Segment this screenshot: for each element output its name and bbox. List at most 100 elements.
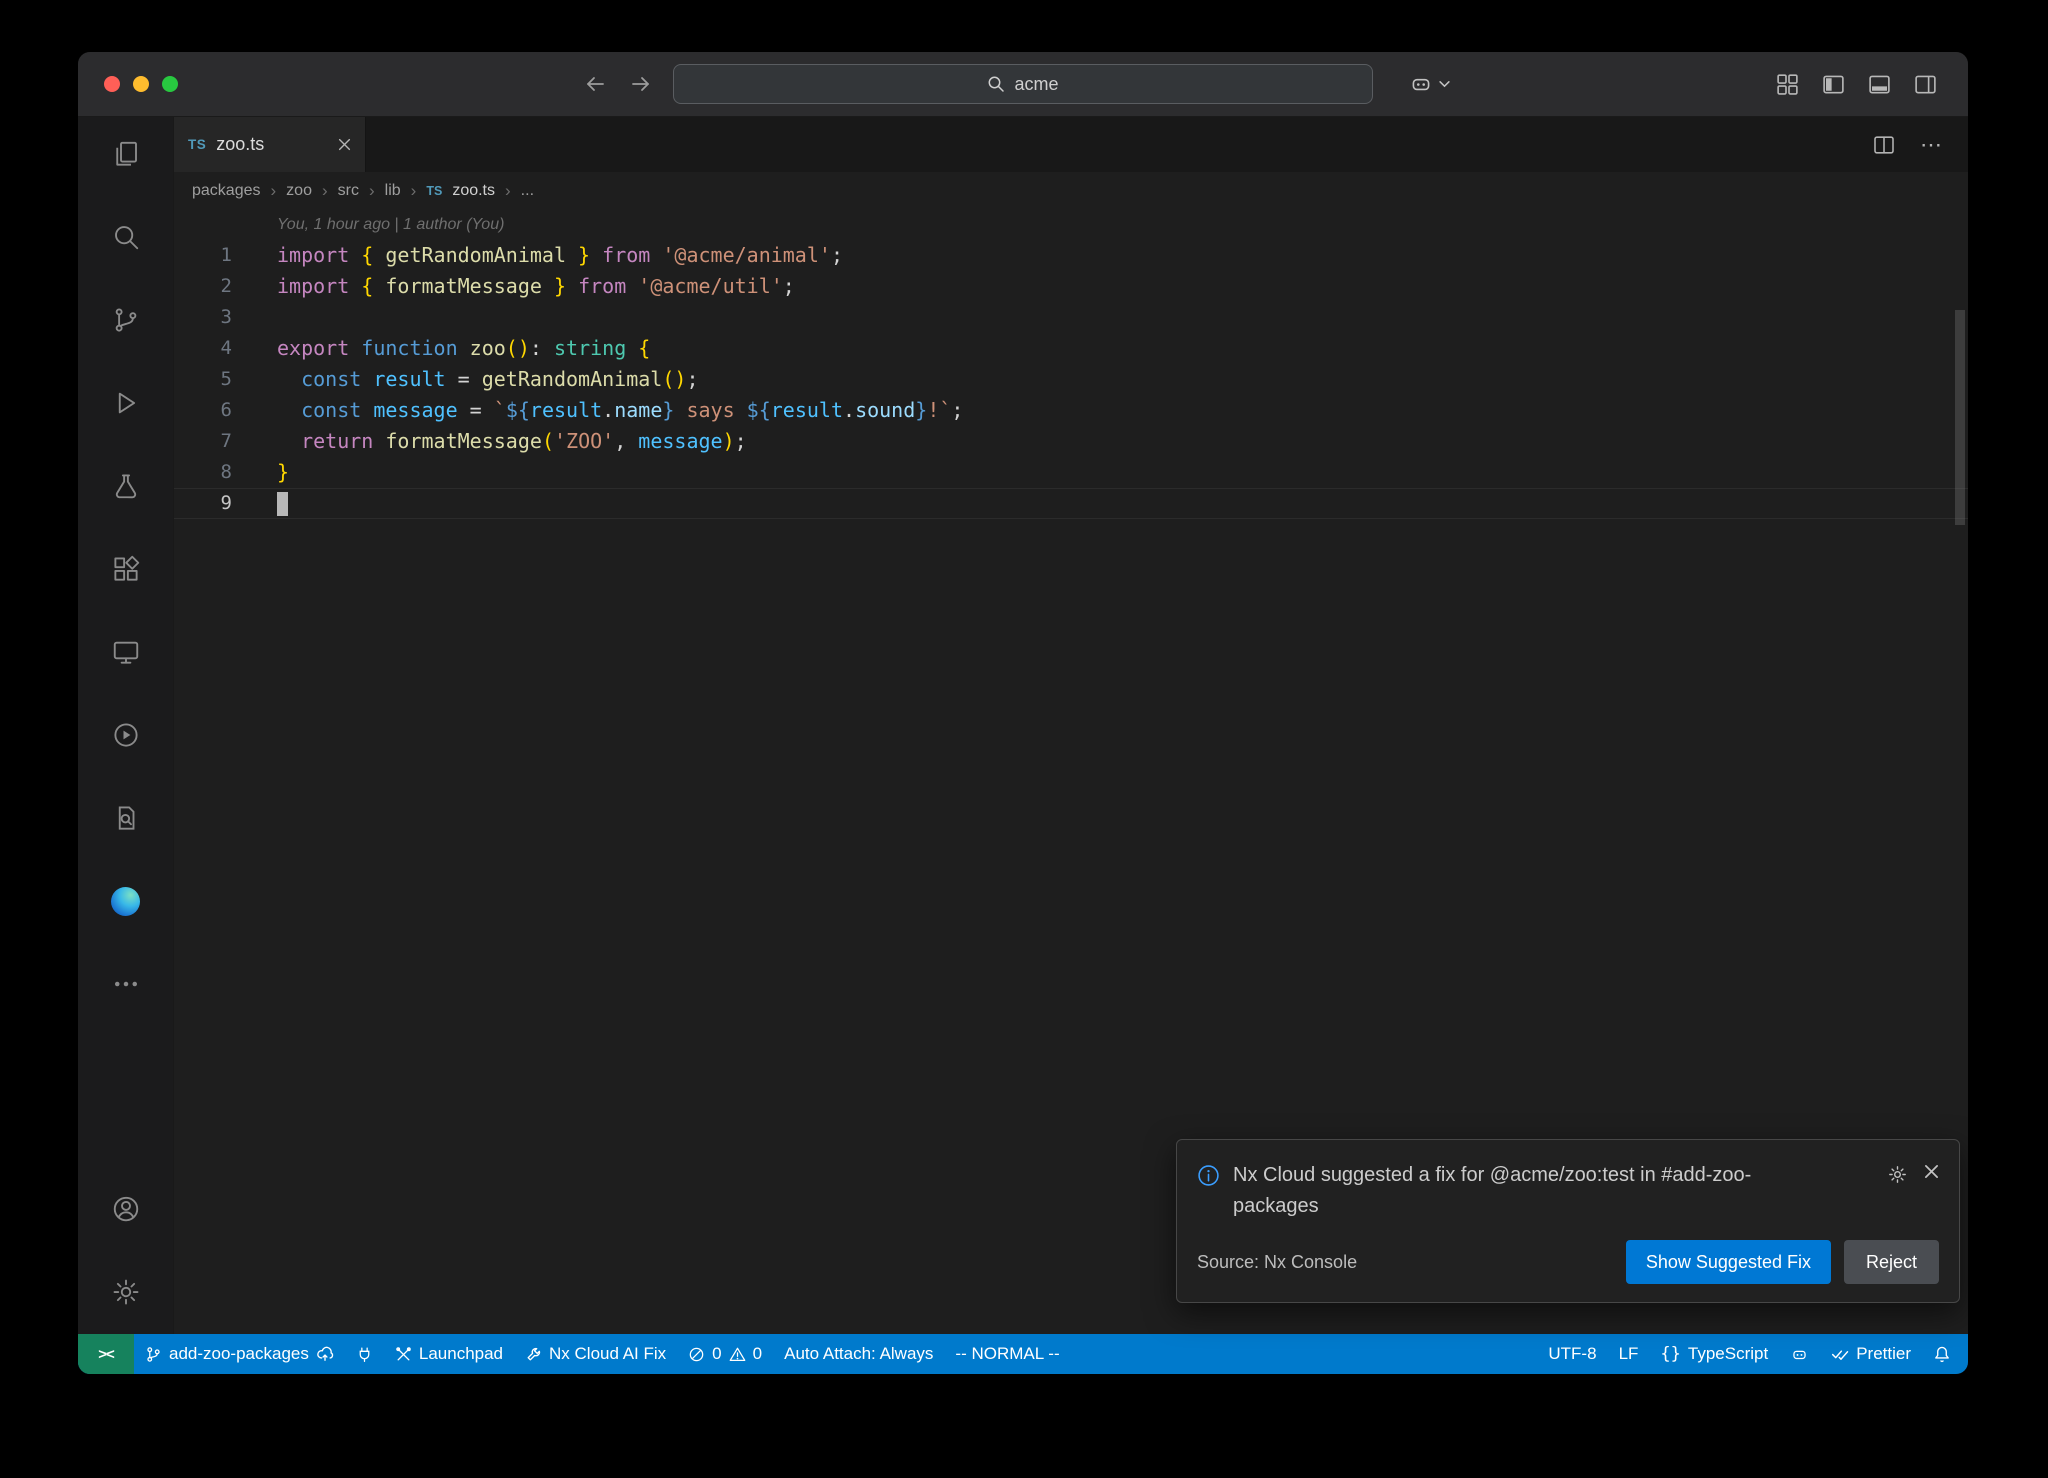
line-number[interactable]: 4 (174, 333, 277, 364)
breadcrumb-item[interactable]: lib (385, 182, 401, 200)
code-line[interactable]: 2import { formatMessage } from '@acme/ut… (174, 271, 1968, 302)
code-line[interactable]: 9 (174, 488, 1968, 519)
tab-zoo-ts[interactable]: TS zoo.ts (174, 117, 366, 172)
line-number[interactable]: 7 (174, 426, 277, 457)
breadcrumb-separator: › (505, 181, 511, 201)
command-center-search[interactable]: acme (673, 64, 1373, 104)
code-line[interactable]: 8} (174, 457, 1968, 488)
remote-indicator[interactable]: >< (78, 1334, 134, 1374)
more-editor-actions-icon[interactable]: ⋯ (1920, 132, 1942, 158)
layout-controls (1775, 52, 1938, 116)
wrench-icon (525, 1346, 542, 1363)
line-number[interactable]: 8 (174, 457, 277, 488)
ports-status[interactable] (345, 1334, 384, 1374)
notification-message: Nx Cloud suggested a fix for @acme/zoo:t… (1233, 1160, 1823, 1222)
activity-bar (78, 117, 174, 1334)
explorer-icon[interactable] (102, 130, 150, 178)
prettier-label: Prettier (1856, 1344, 1911, 1364)
nx-console-icon[interactable] (102, 711, 150, 759)
split-editor-icon[interactable] (1872, 133, 1896, 157)
editor-actions: ⋯ (1872, 117, 1968, 172)
testing-icon[interactable] (102, 462, 150, 510)
copilot-icon (1408, 71, 1434, 97)
close-window-button[interactable] (104, 76, 120, 92)
code-line[interactable]: 3 (174, 302, 1968, 333)
remote-icon: >< (98, 1346, 114, 1363)
copilot-status[interactable] (1779, 1334, 1820, 1374)
back-arrow-icon[interactable] (583, 72, 607, 96)
line-number[interactable]: 2 (174, 271, 277, 302)
account-icon[interactable] (102, 1185, 150, 1233)
chevron-down-icon (1439, 80, 1450, 88)
line-number[interactable]: 9 (174, 488, 277, 519)
code-line[interactable]: 6 const message = `${result.name} says $… (174, 395, 1968, 426)
warning-count: 0 (753, 1344, 762, 1364)
breadcrumb-item[interactable]: src (338, 182, 359, 200)
language-label: TypeScript (1688, 1344, 1768, 1364)
tools-icon (395, 1346, 412, 1363)
launchpad-label: Launchpad (419, 1344, 503, 1364)
extensions-icon[interactable] (102, 545, 150, 593)
line-number[interactable]: 5 (174, 364, 277, 395)
traffic-lights (104, 52, 178, 116)
toggle-sidebar-left-icon[interactable] (1821, 72, 1846, 97)
eol-status[interactable]: LF (1608, 1334, 1650, 1374)
auto-attach-label: Auto Attach: Always (784, 1344, 933, 1364)
code-line[interactable]: 7 return formatMessage('ZOO', message); (174, 426, 1968, 457)
line-number[interactable]: 6 (174, 395, 277, 426)
line-number[interactable]: 1 (174, 240, 277, 271)
line-number[interactable]: 3 (174, 302, 277, 333)
show-suggested-fix-button[interactable]: Show Suggested Fix (1626, 1240, 1831, 1284)
copilot-menu[interactable] (1408, 52, 1450, 116)
breadcrumb-file[interactable]: zoo.ts (452, 182, 495, 200)
breadcrumb-separator: › (322, 181, 328, 201)
tab-close-icon[interactable] (338, 138, 351, 151)
prettier-status[interactable]: Prettier (1820, 1334, 1922, 1374)
breadcrumb-overflow[interactable]: ... (521, 182, 534, 200)
reject-button[interactable]: Reject (1844, 1240, 1939, 1284)
bell-icon (1933, 1345, 1951, 1363)
breadcrumb-item[interactable]: zoo (286, 182, 312, 200)
code-line[interactable]: 5 const result = getRandomAnimal(); (174, 364, 1968, 395)
encoding-status[interactable]: UTF-8 (1537, 1334, 1607, 1374)
code-line[interactable]: 1import { getRandomAnimal } from '@acme/… (174, 240, 1968, 271)
editor-cursor (277, 492, 288, 516)
nx-cloud-ai-fix-status[interactable]: Nx Cloud AI Fix (514, 1334, 677, 1374)
launchpad-status[interactable]: Launchpad (384, 1334, 514, 1374)
editor-scrollbar[interactable] (1955, 310, 1965, 525)
vim-mode-status[interactable]: -- NORMAL -- (944, 1334, 1070, 1374)
notification-close-icon[interactable] (1924, 1164, 1939, 1179)
remote-explorer-icon[interactable] (102, 628, 150, 676)
language-mode-status[interactable]: {} TypeScript (1649, 1334, 1779, 1374)
zoom-window-button[interactable] (162, 76, 178, 92)
nx-fix-label: Nx Cloud AI Fix (549, 1344, 666, 1364)
search-sidebar-icon[interactable] (102, 213, 150, 261)
plug-icon (356, 1346, 373, 1363)
toggle-panel-bottom-icon[interactable] (1867, 72, 1892, 97)
notifications-bell-status[interactable] (1922, 1334, 1962, 1374)
code-search-icon[interactable] (102, 794, 150, 842)
more-actions-icon[interactable] (102, 960, 150, 1008)
forward-arrow-icon[interactable] (629, 72, 653, 96)
code-line[interactable]: 4export function zoo(): string { (174, 333, 1968, 364)
status-bar: >< add-zoo-packages Launchpad Nx Cloud A… (78, 1334, 1968, 1374)
auto-attach-status[interactable]: Auto Attach: Always (773, 1334, 944, 1374)
code-lines[interactable]: 1import { getRandomAnimal } from '@acme/… (174, 240, 1968, 519)
braces-icon: {} (1660, 1344, 1680, 1364)
source-control-icon[interactable] (102, 296, 150, 344)
problems-status[interactable]: 0 0 (677, 1334, 773, 1374)
breadcrumb-separator: › (411, 181, 417, 201)
toggle-sidebar-right-icon[interactable] (1913, 72, 1938, 97)
settings-gear-icon[interactable] (102, 1268, 150, 1316)
edge-browser-icon[interactable] (102, 877, 150, 925)
title-bar: acme (78, 52, 1968, 117)
notification-settings-gear-icon[interactable] (1887, 1164, 1908, 1185)
warning-icon (729, 1346, 746, 1363)
git-blame-annotation: You, 1 hour ago | 1 author (You) (174, 210, 1968, 240)
minimize-window-button[interactable] (133, 76, 149, 92)
customize-layout-icon[interactable] (1775, 72, 1800, 97)
error-icon (688, 1346, 705, 1363)
run-debug-icon[interactable] (102, 379, 150, 427)
git-branch-status[interactable]: add-zoo-packages (134, 1334, 345, 1374)
breadcrumb-item[interactable]: packages (192, 182, 261, 200)
